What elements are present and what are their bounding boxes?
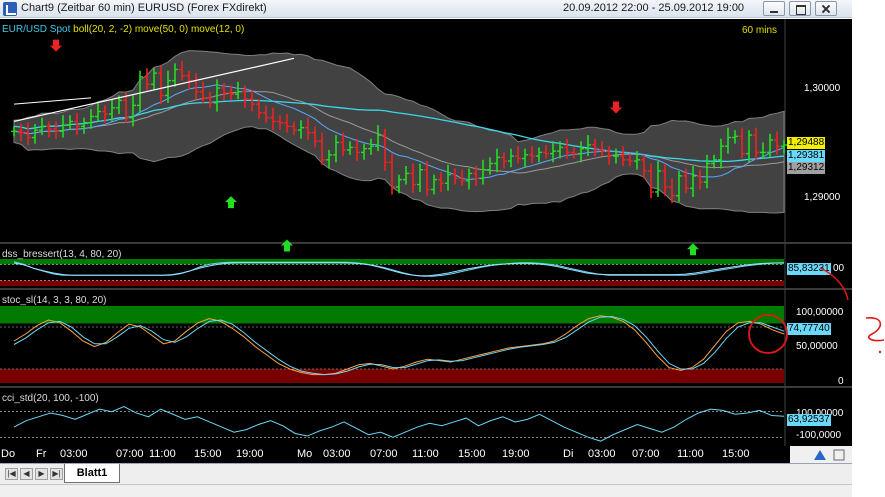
annotation-circle-stoc	[748, 314, 788, 354]
annotation-dot	[878, 350, 882, 354]
handwritten-annotations	[748, 267, 885, 354]
application-window: Chart9 (Zeitbar 60 min) EURUSD (Forex FX…	[0, 0, 885, 497]
annotation-question-mark	[865, 317, 885, 342]
annotation-stroke-dss	[819, 267, 849, 301]
